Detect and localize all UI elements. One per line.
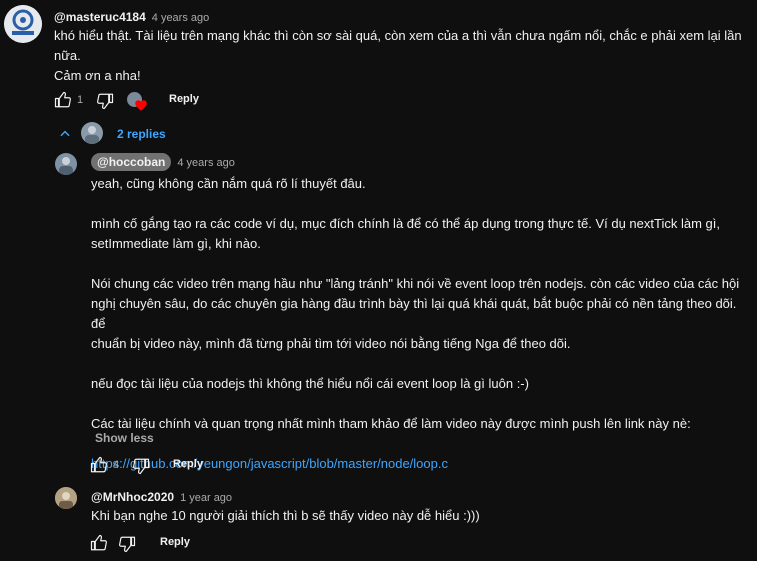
thumb-down-icon [96,92,114,110]
like-count: 4 [113,459,120,471]
commenter-avatar[interactable] [4,5,42,43]
dislike-button[interactable] [132,457,150,475]
reply-author[interactable]: @MrNhoc2020 [91,490,174,504]
reply-paragraph: chuẩn bị video này, mình đã từng phải tì… [91,336,571,351]
reply-paragraph: nếu đọc tài liệu của nodejs thì không th… [91,376,529,391]
thumb-down-icon [118,535,136,553]
reply-header: @hoccoban 4 years ago [91,153,235,171]
reply-paragraph: setImmediate làm gì, khi nào. [91,236,261,251]
channel-owner-badge[interactable]: @hoccoban [91,153,172,171]
replier-avatar-small [81,122,103,144]
comment-line: khó hiểu thật. Tài liệu trên mạng khác t… [54,28,742,43]
thumb-up-icon [90,534,108,552]
chevron-up-icon [58,127,72,141]
dislike-button[interactable] [118,535,136,553]
reply-text: yeah, cũng không cần nắm quá rõ lí thuyế… [91,174,751,474]
reply-paragraph: mình cố gắng tạo ra các code ví dụ, mục … [91,216,720,231]
dislike-button[interactable] [96,92,114,110]
reply-button[interactable]: Reply [169,93,199,105]
reply-avatar[interactable] [55,487,77,509]
reply-time[interactable]: 4 years ago [177,157,234,169]
reply-paragraph: Nói chung các video trên mạng hầu như "l… [91,276,740,291]
reply-header: @MrNhoc2020 1 year ago [91,488,232,506]
like-button[interactable] [54,91,72,109]
show-less-button[interactable]: Show less [95,431,154,445]
creator-heart [127,92,149,112]
collapse-replies-button[interactable] [58,127,72,141]
like-button[interactable] [90,534,108,552]
reply-button[interactable]: Reply [173,458,203,470]
comment-time[interactable]: 4 years ago [152,12,209,24]
thumb-up-icon [90,456,108,474]
reply-time[interactable]: 1 year ago [180,492,232,504]
reply-avatar[interactable] [55,153,77,175]
comment-line: nữa. [54,48,81,63]
thumb-down-icon [132,457,150,475]
comment-line: Cảm ơn a nha! [54,68,141,83]
reply-paragraph: yeah, cũng không cần nắm quá rõ lí thuyế… [91,176,366,191]
like-count: 1 [77,94,84,106]
reply-paragraph: nghị chuyên sâu, do các chuyên gia hàng … [91,296,737,331]
comment-header: @masteruc4184 4 years ago [54,8,209,26]
like-button[interactable] [90,456,108,474]
replies-toggle[interactable]: 2 replies [117,127,166,141]
heart-icon [135,98,147,116]
reply-paragraph: Các tài liệu chính và quan trọng nhất mì… [91,416,691,431]
thumb-up-icon [54,91,72,109]
comment-text: khó hiểu thật. Tài liệu trên mạng khác t… [54,26,744,86]
comment-author[interactable]: @masteruc4184 [54,10,146,24]
reply-text: Khi bạn nghe 10 người giải thích thì b s… [91,508,480,523]
reply-button[interactable]: Reply [160,536,190,548]
